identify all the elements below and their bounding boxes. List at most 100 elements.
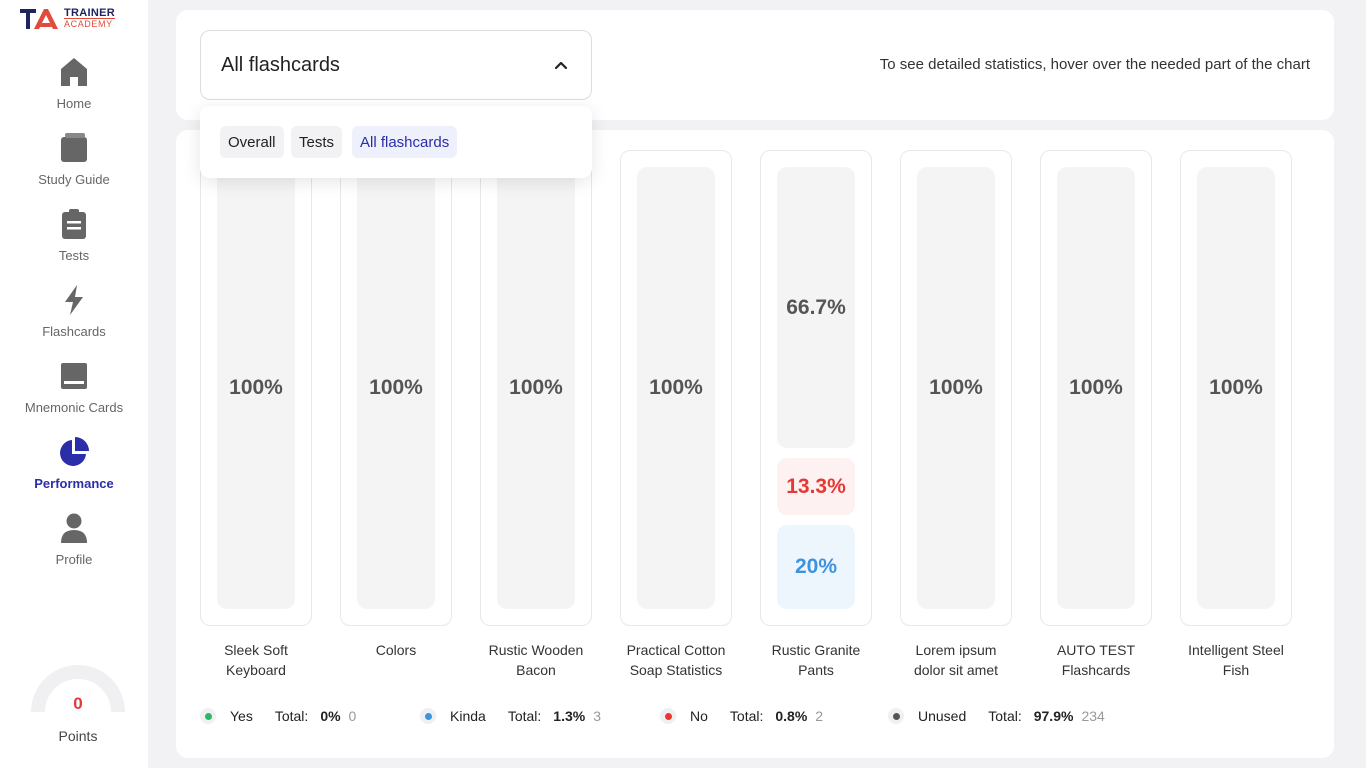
- user-icon: [59, 512, 89, 544]
- filter-option-all-flashcards[interactable]: All flashcards: [352, 126, 458, 158]
- chart-bar[interactable]: 100%: [1180, 150, 1292, 626]
- points-value: 0: [73, 694, 83, 713]
- sidebar-item-label: Study Guide: [38, 172, 110, 187]
- bar-segment-unused[interactable]: 66.7%: [777, 167, 855, 449]
- bar-segment-unused[interactable]: 100%: [217, 167, 295, 609]
- legend-dot-kinda: [420, 708, 436, 724]
- logo-line-2: ACADEMY: [64, 17, 115, 29]
- filter-option-overall[interactable]: Overall: [220, 126, 284, 158]
- bar-value-label: 100%: [229, 376, 283, 399]
- legend-count: 234: [1081, 708, 1105, 724]
- logo-text: TRAINER ACADEMY: [64, 7, 115, 29]
- bar-value-label: 100%: [929, 376, 983, 399]
- chart-bar[interactable]: 100%: [620, 150, 732, 626]
- bar-value-label: 100%: [509, 376, 563, 399]
- chart-hint-text: To see detailed statistics, hover over t…: [879, 56, 1310, 73]
- category-label: Lorem ipsum dolor sit amet: [900, 640, 1012, 680]
- bar-segment-unused[interactable]: 100%: [357, 167, 435, 609]
- legend-count: 2: [815, 708, 824, 724]
- bar-value-label: 100%: [369, 376, 423, 399]
- legend-total-label: Total:: [729, 708, 764, 724]
- category-label-line: Practical Cotton: [626, 642, 726, 658]
- filter-selected-value: All flashcards: [221, 53, 340, 76]
- category-label: Rustic Wooden Bacon: [480, 640, 592, 680]
- sidebar-item-tests[interactable]: Tests: [0, 208, 148, 284]
- chart-column[interactable]: 100% Practical Cotton Soap Statistics: [620, 150, 732, 680]
- bar-segment-kinda[interactable]: 20%: [777, 524, 855, 609]
- sidebar-item-label: Home: [56, 96, 92, 111]
- legend-total-label: Total:: [507, 708, 542, 724]
- legend-name: Yes: [230, 708, 253, 724]
- sidebar-item-profile[interactable]: Profile: [0, 512, 148, 588]
- filter-option-tests[interactable]: Tests: [291, 126, 343, 158]
- bar-value-label: 13.3%: [786, 474, 846, 498]
- category-label-line: Keyboard: [226, 662, 286, 678]
- legend-total-label: Total:: [274, 708, 309, 724]
- sidebar-item-home[interactable]: Home: [0, 56, 148, 132]
- logo[interactable]: TRAINER ACADEMY: [20, 6, 115, 30]
- bar-value-label: 100%: [1209, 376, 1263, 399]
- legend-dot-unused: [888, 708, 904, 724]
- sidebar-item-label: Profile: [55, 552, 93, 567]
- filter-card: All flashcards To see detailed statistic…: [176, 10, 1334, 120]
- performance-chart-card: 100% Sleek Soft Keyboard 100% Colors 100% Rust…: [176, 130, 1334, 758]
- chart-column[interactable]: 100% Colors: [340, 150, 452, 660]
- category-label-line: AUTO TEST: [1056, 642, 1136, 658]
- sidebar-item-study-guide[interactable]: Study Guide: [0, 132, 148, 208]
- category-label: Colors: [340, 640, 452, 660]
- flashcards-filter-select[interactable]: All flashcards: [200, 30, 592, 100]
- chart-column[interactable]: 100% Intelligent Steel Fish: [1180, 150, 1292, 680]
- bar-value-label: 66.7%: [786, 295, 846, 319]
- category-label-line: dolor sit amet: [913, 662, 999, 678]
- bar-segment-unused[interactable]: 100%: [1057, 167, 1135, 609]
- category-label-line: Rustic Granite: [771, 642, 861, 658]
- sidebar: TRAINER ACADEMY Home Study Guide Tests F…: [0, 0, 148, 768]
- sidebar-item-flashcards[interactable]: Flashcards: [0, 284, 148, 360]
- legend-percent: 0%: [320, 708, 341, 724]
- chart-bar[interactable]: 100%: [340, 150, 452, 626]
- category-label-line: Rustic Wooden: [488, 642, 584, 658]
- chart-bar[interactable]: 100%: [480, 150, 592, 626]
- category-label: Rustic Granite Pants: [760, 640, 872, 680]
- sidebar-item-label: Performance: [34, 476, 114, 491]
- clipboard-icon: [59, 208, 89, 240]
- category-label-line: Intelligent Steel: [1188, 642, 1284, 658]
- legend-dot-no: [660, 708, 676, 724]
- legend-count: 0: [348, 708, 357, 724]
- chart-column[interactable]: 100% AUTO TEST Flashcards: [1040, 150, 1152, 680]
- chart-column[interactable]: 66.7% 13.3% 20% Rustic Granite Pants: [760, 150, 872, 680]
- card-icon: [59, 360, 89, 392]
- chart-bar[interactable]: 100%: [1040, 150, 1152, 626]
- pie-chart-icon: [59, 436, 89, 468]
- legend-name: Kinda: [450, 708, 486, 724]
- bar-segment-unused[interactable]: 100%: [917, 167, 995, 609]
- bar-segment-unused[interactable]: 100%: [637, 167, 715, 609]
- bar-value-label: 20%: [794, 554, 838, 578]
- sidebar-item-label: Mnemonic Cards: [24, 400, 124, 415]
- bar-value-label: 100%: [649, 376, 703, 399]
- category-label: AUTO TEST Flashcards: [1040, 640, 1152, 680]
- bar-segment-no[interactable]: 13.3%: [777, 458, 855, 515]
- legend-percent: 0.8%: [775, 708, 808, 724]
- category-label: Practical Cotton Soap Statistics: [620, 640, 732, 680]
- chevron-up-icon[interactable]: [553, 57, 569, 73]
- legend-item-kinda: Kinda Total: 1.3% 3: [420, 706, 601, 726]
- legend-percent: 1.3%: [553, 708, 586, 724]
- chart-column[interactable]: 100% Sleek Soft Keyboard: [200, 150, 312, 680]
- sidebar-item-mnemonic-cards[interactable]: Mnemonic Cards: [0, 360, 148, 436]
- chart-column[interactable]: 100% Lorem ipsum dolor sit amet: [900, 150, 1012, 680]
- sidebar-item-label: Flashcards: [42, 324, 106, 339]
- category-label-line: Flashcards: [1061, 662, 1131, 678]
- legend-item-yes: Yes Total: 0% 0: [200, 706, 356, 726]
- chart-bar[interactable]: 100%: [900, 150, 1012, 626]
- chart-bar[interactable]: 100%: [200, 150, 312, 626]
- bar-segment-unused[interactable]: 100%: [1197, 167, 1275, 609]
- sidebar-item-label: Tests: [58, 248, 90, 263]
- category-label-line: Fish: [1222, 662, 1250, 678]
- sidebar-item-performance[interactable]: Performance: [0, 436, 148, 512]
- chart-bar[interactable]: 66.7% 13.3% 20%: [760, 150, 872, 626]
- trainer-academy-logo-icon: [20, 9, 58, 29]
- bar-segment-unused[interactable]: 100%: [497, 167, 575, 609]
- category-label: Sleek Soft Keyboard: [200, 640, 312, 680]
- chart-column[interactable]: 100% Rustic Wooden Bacon: [480, 150, 592, 680]
